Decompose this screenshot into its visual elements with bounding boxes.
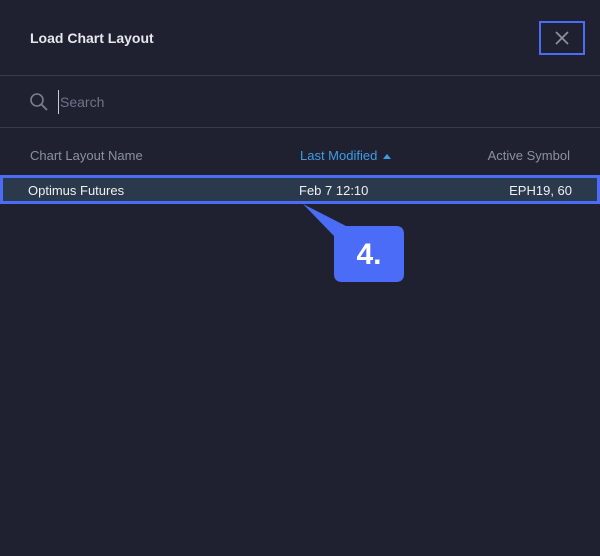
step-callout: 4.	[303, 204, 404, 282]
column-header-active-symbol-label: Active Symbol	[487, 148, 570, 163]
column-header-name[interactable]: Chart Layout Name	[30, 148, 143, 163]
search-icon	[30, 93, 48, 111]
row-last-modified: Feb 7 12:10	[299, 183, 369, 198]
step-callout-label: 4.	[356, 238, 381, 271]
row-layout-name: Optimus Futures	[28, 183, 125, 198]
column-header-last-modified-label: Last Modified	[300, 148, 378, 163]
column-headers: Chart Layout Name Last Modified Active S…	[0, 140, 600, 170]
dialog-title: Load Chart Layout	[30, 30, 154, 46]
search-bar	[0, 76, 600, 128]
row-active-symbol: EPH19, 60	[509, 183, 572, 198]
close-icon	[555, 31, 569, 45]
close-button[interactable]	[539, 21, 585, 55]
search-input[interactable]	[58, 90, 560, 114]
column-header-name-label: Chart Layout Name	[30, 148, 143, 163]
sort-ascending-icon	[383, 153, 392, 159]
column-header-active-symbol[interactable]: Active Symbol	[488, 148, 570, 163]
load-chart-layout-dialog: Load Chart Layout Chart Layout Name Last…	[0, 0, 600, 556]
dialog-header: Load Chart Layout	[0, 0, 600, 76]
column-header-last-modified[interactable]: Last Modified	[300, 148, 392, 163]
